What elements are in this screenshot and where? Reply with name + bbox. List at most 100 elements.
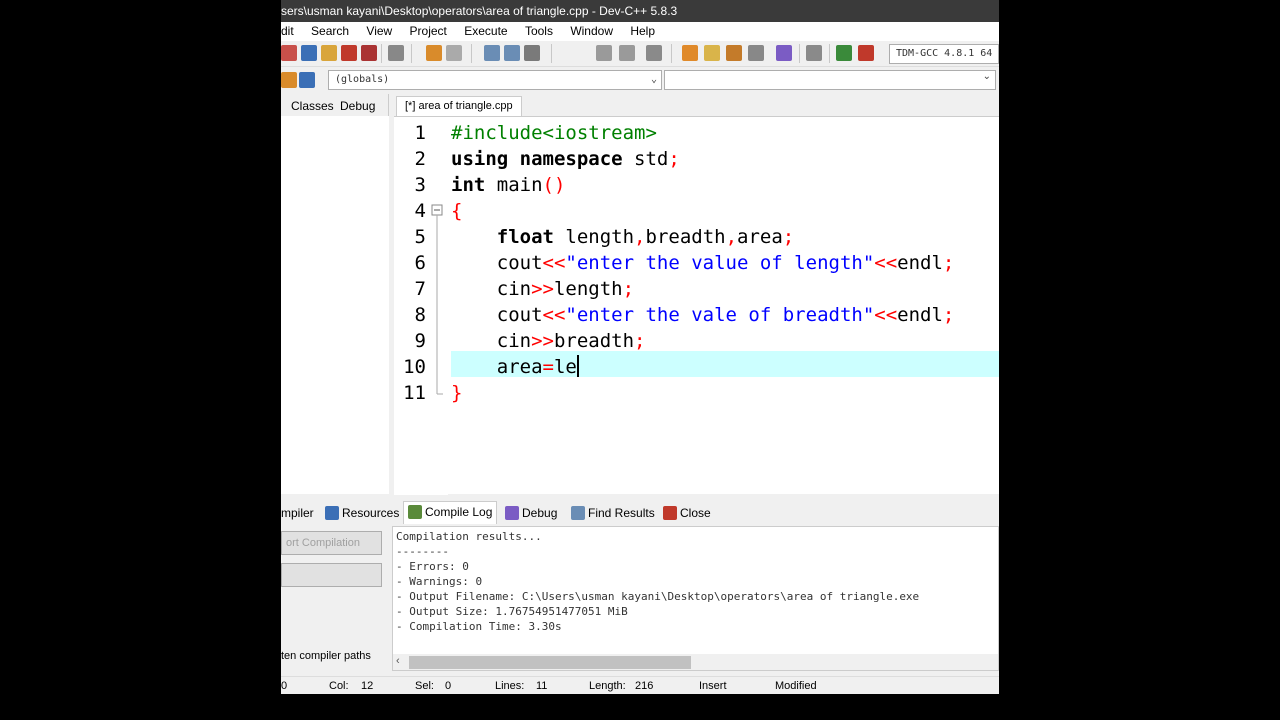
code-line-11: }: [451, 382, 463, 404]
compiler-select[interactable]: TDM-GCC 4.8.1 64: [889, 44, 999, 64]
status-bar: 0 Col: 12 Sel: 0 Lines: 11 Length: 216 I…: [281, 676, 999, 694]
line-number: 10: [403, 356, 426, 378]
browser-tabs: Classes Debug: [281, 94, 389, 116]
blank-button[interactable]: [281, 563, 382, 587]
save-all-icon[interactable]: [321, 45, 337, 61]
chevron-down-icon: ⌄: [982, 71, 991, 82]
code-line-2: using namespace std;: [451, 148, 680, 170]
tab-debug[interactable]: Debug: [340, 99, 375, 113]
chevron-down-icon: ⌄: [650, 74, 657, 85]
tab-debug[interactable]: Debug: [501, 503, 561, 524]
menu-tools[interactable]: Tools: [525, 22, 553, 41]
chart-icon: [408, 505, 422, 519]
browser-panel: [281, 116, 389, 494]
open-icon[interactable]: [281, 45, 297, 61]
code-line-9: cin>>breadth;: [451, 330, 646, 352]
code-editor[interactable]: 1 2 3 4 5 6 7 8 9 10 11 #include<iostrea…: [394, 116, 999, 495]
menu-execute[interactable]: Execute: [464, 22, 507, 41]
menu-project[interactable]: Project: [410, 22, 447, 41]
menu-help[interactable]: Help: [630, 22, 655, 41]
line-number: 9: [414, 330, 426, 352]
output-tabs: mpiler Resources Compile Log Debug Find …: [281, 500, 999, 524]
check-icon: [505, 506, 519, 520]
replace-icon[interactable]: [504, 45, 520, 61]
run-icon[interactable]: [704, 45, 720, 61]
close-all-icon[interactable]: [361, 45, 377, 61]
code-line-10: area=le: [451, 355, 579, 378]
undo-icon[interactable]: [426, 45, 442, 61]
status-col-label: Col:: [329, 680, 349, 692]
status-lines-label: Lines:: [495, 680, 525, 692]
print-icon[interactable]: [388, 45, 404, 61]
code-line-4: {: [451, 200, 463, 222]
compiler-actions: ort Compilation ten compiler paths: [281, 525, 389, 670]
line-number: 5: [414, 226, 426, 248]
debug-icon[interactable]: [858, 45, 874, 61]
project-browser: Classes Debug: [281, 94, 389, 494]
resources-icon: [325, 506, 339, 520]
fold-markers: [431, 204, 443, 395]
title-bar: sers\usman kayani\Desktop\operators\area…: [281, 0, 999, 22]
redo-icon[interactable]: [446, 45, 462, 61]
code-line-3: int main(): [451, 174, 566, 196]
bookmark-icon[interactable]: [646, 45, 662, 61]
insert-icon[interactable]: [299, 72, 315, 88]
menu-edit[interactable]: dit: [281, 22, 294, 41]
find-icon: [571, 506, 585, 520]
code-line-6: cout<<"enter the value of length"<<endl;: [451, 252, 955, 274]
horizontal-scrollbar[interactable]: ‹: [393, 654, 998, 670]
line-number: 11: [403, 382, 426, 404]
stop-execution-icon[interactable]: [806, 45, 822, 61]
tab-area-of-triangle[interactable]: [*] area of triangle.cpp: [396, 96, 522, 116]
scope-value: (globals): [335, 74, 390, 85]
scrollbar-thumb[interactable]: [409, 656, 691, 669]
indent-icon[interactable]: [596, 45, 612, 61]
check-syntax-icon[interactable]: [776, 45, 792, 61]
editor-tabs: [*] area of triangle.cpp: [392, 94, 999, 116]
menu-search[interactable]: Search: [311, 22, 349, 41]
find-icon[interactable]: [484, 45, 500, 61]
log-line: - Compilation Time: 3.30s: [396, 620, 562, 633]
abort-compilation-button[interactable]: ort Compilation: [281, 531, 382, 555]
compile-run-icon[interactable]: [726, 45, 742, 61]
unindent-icon[interactable]: [619, 45, 635, 61]
compile-icon[interactable]: [682, 45, 698, 61]
main-toolbar: TDM-GCC 4.8.1 64: [281, 41, 999, 67]
tab-compile-log[interactable]: Compile Log: [403, 501, 498, 524]
close-icon: [663, 506, 677, 520]
scope-toolbar: (globals) ⌄ ⌄: [281, 68, 999, 93]
line-number: 4: [414, 200, 426, 222]
profile-icon[interactable]: [836, 45, 852, 61]
function-select[interactable]: ⌄: [664, 70, 996, 90]
tab-find-results[interactable]: Find Results: [567, 503, 659, 524]
status-col: 12: [361, 680, 374, 692]
status-length: 216: [635, 680, 654, 692]
compile-log-output[interactable]: Compilation results... -------- - Errors…: [392, 526, 999, 671]
code-line-5: float length,breadth,area;: [496, 226, 795, 248]
log-line: --------: [396, 545, 449, 558]
text-cursor: [576, 355, 579, 377]
rewrite-compiler-paths-checkbox[interactable]: ten compiler paths: [281, 650, 371, 662]
tab-resources[interactable]: Resources: [321, 503, 403, 524]
status-line: 0: [281, 680, 288, 692]
tab-close[interactable]: Close: [659, 503, 715, 524]
save-icon[interactable]: [301, 45, 317, 61]
status-sel: 0: [445, 680, 452, 692]
log-line: - Errors: 0: [396, 560, 469, 573]
close-file-icon[interactable]: [341, 45, 357, 61]
line-number: 3: [414, 174, 426, 196]
rebuild-icon[interactable]: [748, 45, 764, 61]
tab-compiler[interactable]: mpiler: [281, 503, 318, 524]
scroll-left-icon[interactable]: ‹: [396, 655, 400, 667]
goto-line-icon[interactable]: [524, 45, 540, 61]
tab-classes[interactable]: Classes: [291, 99, 334, 113]
menu-window[interactable]: Window: [570, 22, 613, 41]
code-line-7: cin>>length;: [451, 278, 635, 300]
scope-select[interactable]: (globals) ⌄: [328, 70, 662, 90]
new-class-icon[interactable]: [281, 72, 297, 88]
status-lines: 11: [536, 680, 548, 692]
log-line: - Warnings: 0: [396, 575, 483, 588]
code-line-1: #include<iostream>: [451, 122, 657, 144]
menu-view[interactable]: View: [366, 22, 392, 41]
line-number: 6: [414, 252, 426, 274]
